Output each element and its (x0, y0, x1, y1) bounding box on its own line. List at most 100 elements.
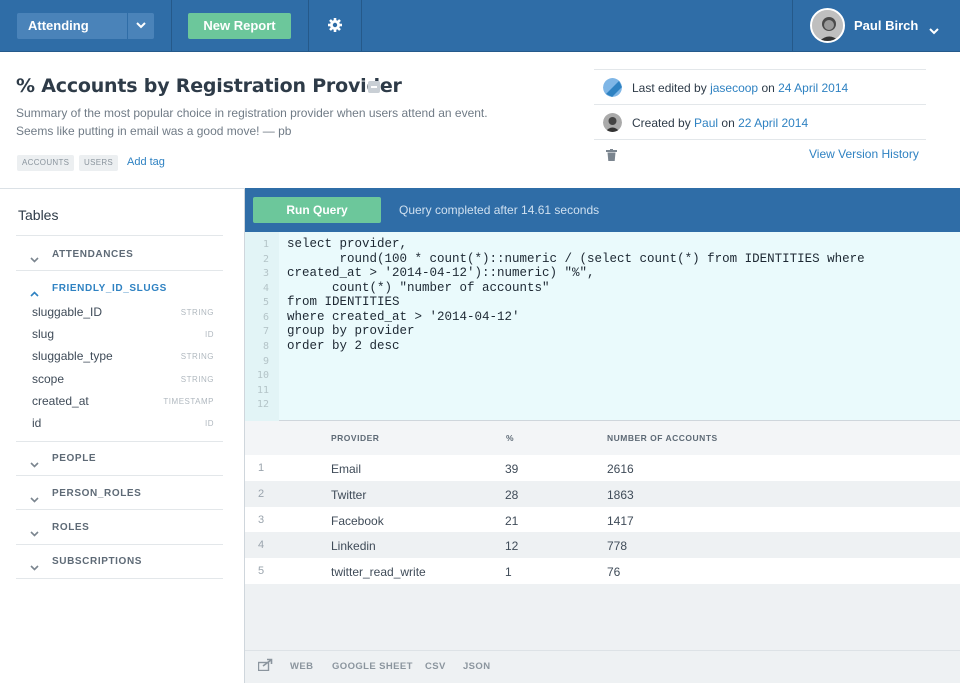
column-type: ID (205, 330, 214, 339)
row-number: 3 (258, 514, 265, 526)
table-row: 2 Twitter 28 1863 (245, 481, 960, 507)
column-header-number-of-accounts[interactable]: NUMBER OF ACCOUNTS (607, 433, 718, 443)
row-number: 2 (258, 488, 265, 500)
divider (16, 578, 223, 579)
trash-icon[interactable] (606, 148, 617, 166)
chevron-down-icon[interactable] (30, 455, 39, 473)
chevron-down-icon[interactable] (30, 524, 39, 542)
line-number: 8 (262, 341, 269, 352)
cell-percent: 28 (505, 488, 519, 502)
export-web[interactable]: WEB (290, 661, 313, 672)
code-line: where created_at > '2014-04-12' (287, 310, 520, 324)
top-bar: Attending New Report Paul Birch (0, 0, 960, 52)
divider (16, 270, 223, 271)
edited-date-link[interactable]: 24 April 2014 (778, 81, 848, 95)
line-number: 4 (262, 283, 269, 294)
tag-accounts[interactable]: ACCOUNTS (17, 155, 75, 171)
column-name[interactable]: id (32, 416, 41, 430)
table-group-person-roles[interactable]: PERSON_ROLES (52, 488, 141, 499)
divider (16, 235, 223, 236)
cell-percent: 1 (505, 565, 512, 579)
table-row: 4 Linkedin 12 778 (245, 532, 960, 558)
user-name[interactable]: Paul Birch (854, 18, 918, 33)
column-header-provider[interactable]: PROVIDER (331, 433, 379, 443)
gear-icon[interactable] (327, 17, 343, 38)
chevron-down-icon[interactable] (30, 250, 39, 268)
divider (16, 441, 223, 442)
line-number: 7 (262, 326, 269, 337)
status-dropdown[interactable]: Attending (17, 13, 154, 39)
column-type: STRING (180, 308, 214, 317)
report-summary: Seems like putting in email was a good m… (16, 124, 292, 138)
query-status: Query completed after 14.61 seconds (399, 203, 600, 217)
divider (792, 0, 793, 52)
column-name[interactable]: created_at (32, 394, 89, 408)
run-query-button[interactable]: Run Query (253, 197, 381, 223)
chevron-down-icon[interactable] (127, 13, 154, 39)
cell-percent: 21 (505, 514, 519, 528)
export-csv[interactable]: CSV (425, 661, 446, 672)
divider (594, 69, 926, 70)
cell-count: 2616 (607, 462, 634, 476)
report-summary: Summary of the most popular choice in re… (16, 106, 488, 120)
chevron-up-icon[interactable] (30, 284, 39, 302)
divider (308, 0, 309, 52)
chevron-down-icon[interactable] (30, 490, 39, 508)
column-header-percent[interactable]: % (506, 433, 514, 443)
cell-count: 1863 (607, 488, 634, 502)
line-number: 3 (262, 268, 269, 279)
code-line: select provider, (287, 237, 408, 251)
column-type: STRING (180, 375, 214, 384)
table-group-attendances[interactable]: ATTENDANCES (52, 249, 133, 260)
export-google-sheet[interactable]: GOOGLE SHEET (332, 661, 413, 672)
table-row: 3 Facebook 21 1417 (245, 507, 960, 533)
column-name[interactable]: slug (32, 327, 54, 341)
avatar[interactable] (810, 8, 845, 43)
table-group-subscriptions[interactable]: SUBSCRIPTIONS (52, 556, 142, 567)
line-number: 10 (256, 370, 269, 381)
created-by: Created by Paul on 22 April 2014 (632, 116, 808, 130)
column-type: STRING (180, 352, 214, 361)
divider (16, 475, 223, 476)
line-number: 9 (262, 356, 269, 367)
editor-avatar (603, 78, 622, 97)
column-type: ID (205, 419, 214, 428)
divider (16, 544, 223, 545)
editor-link[interactable]: jasecoop (710, 81, 758, 95)
column-type: TIMESTAMP (163, 397, 214, 406)
code-line: group by provider (287, 324, 415, 338)
column-name[interactable]: sluggable_type (32, 349, 113, 363)
line-number: 2 (262, 254, 269, 265)
table-group-people[interactable]: PEOPLE (52, 453, 96, 464)
table-group-roles[interactable]: ROLES (52, 522, 89, 533)
view-version-history-link[interactable]: View Version History (809, 147, 919, 161)
cell-count: 76 (607, 565, 621, 579)
created-date-link[interactable]: 22 April 2014 (738, 116, 808, 130)
collapse-icon[interactable] (368, 81, 380, 93)
add-tag-link[interactable]: Add tag (127, 156, 165, 168)
row-number: 1 (258, 462, 265, 474)
creator-link[interactable]: Paul (694, 116, 718, 130)
cell-count: 1417 (607, 514, 634, 528)
status-dropdown-label: Attending (28, 18, 89, 33)
code-line: order by 2 desc (287, 339, 400, 353)
code-line: created_at > '2014-04-12')::numeric) "%"… (287, 266, 595, 280)
chevron-down-icon[interactable] (929, 22, 939, 40)
creator-avatar (603, 113, 622, 132)
last-edited-label: Last edited by (632, 81, 711, 95)
chevron-down-icon[interactable] (30, 558, 39, 576)
divider (0, 188, 245, 189)
line-number: 5 (262, 297, 269, 308)
divider (171, 0, 172, 52)
share-icon[interactable] (257, 658, 274, 676)
table-group-friendly-id-slugs[interactable]: FRIENDLY_ID_SLUGS (52, 283, 167, 294)
tag-users[interactable]: USERS (79, 155, 119, 171)
export-json[interactable]: JSON (463, 661, 490, 672)
column-name[interactable]: sluggable_ID (32, 305, 102, 319)
last-edited: Last edited by jasecoop on 24 April 2014 (632, 81, 848, 95)
column-name[interactable]: scope (32, 372, 64, 386)
line-number: 6 (262, 312, 269, 323)
new-report-button[interactable]: New Report (188, 13, 291, 39)
cell-provider: Twitter (331, 488, 367, 502)
code-line: from IDENTITIES (287, 295, 400, 309)
